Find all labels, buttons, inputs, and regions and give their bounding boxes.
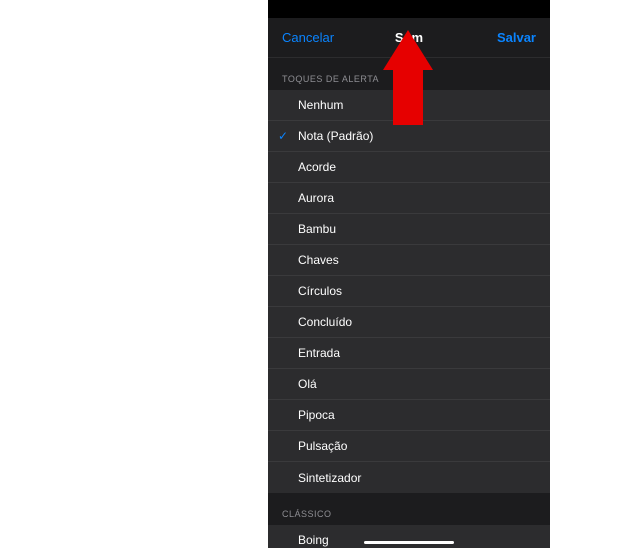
- phone-frame: Cancelar Som Salvar TOQUES DE ALERTA Nen…: [268, 0, 550, 548]
- tone-label: Entrada: [298, 346, 340, 360]
- list-item[interactable]: Círculos: [268, 276, 550, 307]
- page-title: Som: [395, 30, 423, 45]
- navigation-bar: Cancelar Som Salvar: [268, 18, 550, 58]
- cancel-button[interactable]: Cancelar: [282, 30, 334, 45]
- tone-label: Pipoca: [298, 408, 335, 422]
- list-item[interactable]: Sintetizador: [268, 462, 550, 493]
- list-item[interactable]: Entrada: [268, 338, 550, 369]
- list-item[interactable]: ✓ Nota (Padrão): [268, 121, 550, 152]
- list-item[interactable]: Chaves: [268, 245, 550, 276]
- alert-tones-list: Nenhum ✓ Nota (Padrão) Acorde Aurora Bambu Cha…: [268, 90, 550, 493]
- list-item[interactable]: Boing: [268, 525, 550, 548]
- checkmark-icon: ✓: [278, 129, 288, 143]
- section-header-alert: TOQUES DE ALERTA: [268, 58, 550, 90]
- tone-label: Nenhum: [298, 98, 343, 112]
- tone-label: Boing: [298, 533, 329, 547]
- tone-label: Pulsação: [298, 439, 347, 453]
- tone-label: Chaves: [298, 253, 339, 267]
- tone-label: Nota (Padrão): [298, 129, 373, 143]
- content-scroll[interactable]: TOQUES DE ALERTA Nenhum ✓ Nota (Padrão) Aco…: [268, 58, 550, 548]
- tone-label: Acorde: [298, 160, 336, 174]
- list-item[interactable]: Aurora: [268, 183, 550, 214]
- tone-label: Aurora: [298, 191, 334, 205]
- list-item[interactable]: Pipoca: [268, 400, 550, 431]
- tone-label: Sintetizador: [298, 471, 361, 485]
- save-button[interactable]: Salvar: [497, 30, 536, 45]
- tone-label: Círculos: [298, 284, 342, 298]
- list-item[interactable]: Nenhum: [268, 90, 550, 121]
- tone-label: Bambu: [298, 222, 336, 236]
- tone-label: Concluído: [298, 315, 352, 329]
- list-item[interactable]: Concluído: [268, 307, 550, 338]
- list-item[interactable]: Acorde: [268, 152, 550, 183]
- section-header-classic: CLÁSSICO: [268, 493, 550, 525]
- home-indicator[interactable]: [364, 541, 454, 544]
- list-item[interactable]: Olá: [268, 369, 550, 400]
- classic-tones-list: BoingHarpaSino: [268, 525, 550, 548]
- list-item[interactable]: Bambu: [268, 214, 550, 245]
- list-item[interactable]: Pulsação: [268, 431, 550, 462]
- tone-label: Olá: [298, 377, 317, 391]
- status-bar: [268, 0, 550, 18]
